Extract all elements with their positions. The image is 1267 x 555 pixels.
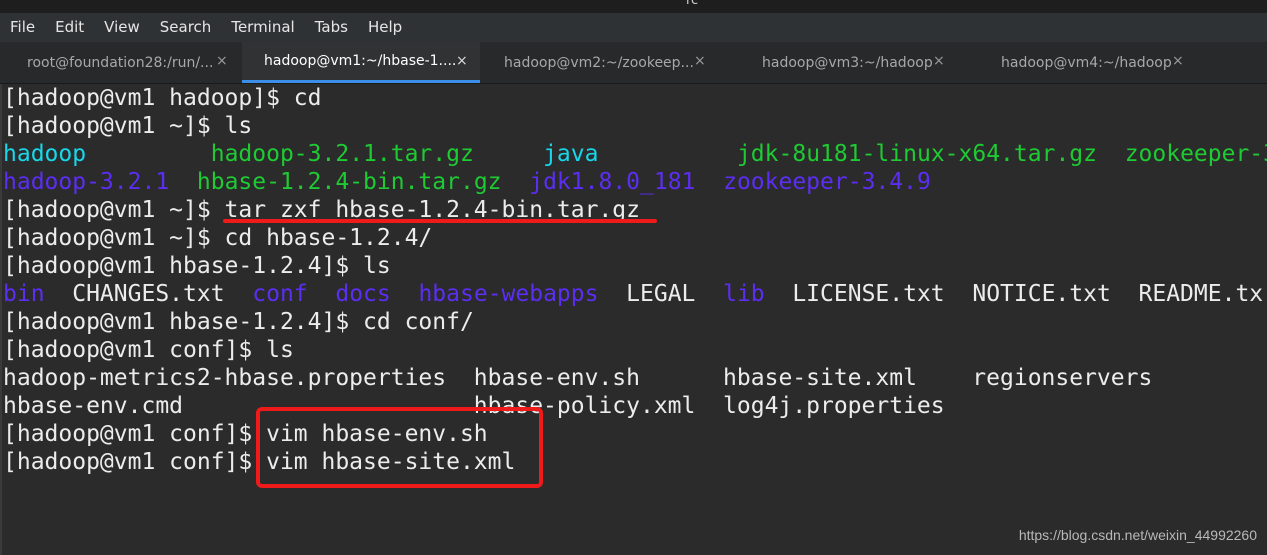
terminal-segment: hadoop-3.2.1.tar.gz [210, 141, 474, 167]
tab-label: root@foundation28:/run/... [27, 54, 214, 71]
terminal-line: hadoop-metrics2-hbase.properties hbase-e… [3, 364, 1152, 392]
window-titlebar: rc [0, 0, 1267, 13]
terminal-segment: jdk1.8.0_181 [529, 169, 696, 195]
tab-label: hadoop@vm4:~/hadoop [1001, 54, 1172, 71]
tab-hadoop-vm4[interactable]: hadoop@vm4:~/hadoop × [970, 42, 1215, 83]
tab-label: hadoop@vm1:~/hbase-1.... [264, 53, 457, 69]
tab-hadoop-vm2[interactable]: hadoop@vm2:~/zookeep... × [480, 42, 725, 83]
terminal-line: bin CHANGES.txt conf docs hbase-webapps … [3, 280, 1263, 308]
terminal-line: [hadoop@vm1 ~]$ cd hbase-1.2.4/ [3, 224, 432, 252]
terminal-segment [695, 169, 723, 195]
terminal-line: [hadoop@vm1 hbase-1.2.4]$ cd conf/ [3, 308, 474, 336]
menu-bar: File Edit View Search Terminal Tabs Help [0, 13, 1267, 42]
menu-file[interactable]: File [0, 13, 45, 42]
close-icon[interactable]: × [456, 53, 468, 69]
terminal-segment: lib [723, 281, 765, 307]
terminal-segment: hadoop [3, 141, 87, 167]
terminal-segment [169, 169, 197, 195]
watermark-text: https://blog.csdn.net/weixin_44992260 [1018, 527, 1257, 543]
menu-edit[interactable]: Edit [45, 13, 94, 42]
close-icon[interactable]: × [694, 53, 706, 69]
terminal-output[interactable]: [hadoop@vm1 hadoop]$ cd [hadoop@vm1 ~]$ l… [0, 84, 1267, 555]
terminal-line: [hadoop@vm1 ~]$ ls [3, 112, 252, 140]
terminal-segment: conf [252, 281, 308, 307]
terminal-line: [hadoop@vm1 conf]$ ls [3, 336, 294, 364]
terminal-segment: [hadoop@vm1 conf]$ ls [3, 337, 294, 363]
tab-hadoop-vm1[interactable]: hadoop@vm1:~/hbase-1.... × [242, 42, 480, 83]
terminal-segment: [hadoop@vm1 hbase-1.2.4]$ ls [3, 253, 391, 279]
close-icon[interactable]: × [216, 53, 228, 69]
red-box-annotation [256, 407, 543, 488]
terminal-segment [86, 141, 211, 167]
terminal-segment: LICENSE.txt NOTICE.txt README.tx [764, 281, 1264, 307]
terminal-segment [474, 141, 543, 167]
terminal-segment: LEGAL [598, 281, 724, 307]
terminal-line: [hadoop@vm1 hadoop]$ cd [3, 84, 322, 112]
menu-help[interactable]: Help [358, 13, 412, 42]
terminal-segment: [hadoop@vm1 hbase-1.2.4]$ cd conf/ [3, 309, 474, 335]
terminal-segment: hbase-1.2.4-bin.tar.gz [196, 169, 502, 195]
terminal-segment: CHANGES.txt [44, 281, 253, 307]
menu-view[interactable]: View [94, 13, 150, 42]
close-icon[interactable]: × [933, 53, 945, 69]
terminal-segment [308, 281, 336, 307]
tab-label: hadoop@vm3:~/hadoop [762, 54, 933, 71]
terminal-segment: [hadoop@vm1 ~]$ ls [3, 113, 253, 139]
tab-root-foundation28[interactable]: root@foundation28:/run/... × [0, 42, 242, 83]
tab-hadoop-vm3[interactable]: hadoop@vm3:~/hadoop × [725, 42, 970, 83]
terminal-segment: docs [335, 281, 391, 307]
red-underline-annotation [223, 219, 657, 223]
window-title: rc [686, 0, 699, 8]
terminal-segment: zookeeper-3.4.9 [723, 169, 931, 195]
menu-search[interactable]: Search [150, 13, 222, 42]
window-edge [0, 84, 2, 555]
terminal-segment: zookeeper-3 [1124, 141, 1267, 167]
terminal-line: hadoop hadoop-3.2.1.tar.gz java jdk-8u18… [3, 140, 1267, 168]
terminal-segment [502, 169, 530, 195]
terminal-line: [hadoop@vm1 hbase-1.2.4]$ ls [3, 252, 391, 280]
terminal-segment: [hadoop@vm1 hadoop]$ cd [3, 85, 322, 111]
terminal-segment [1097, 141, 1125, 167]
terminal-line: hadoop-3.2.1 hbase-1.2.4-bin.tar.gz jdk1… [3, 168, 931, 196]
terminal-segment: java [543, 141, 599, 167]
terminal-segment: [hadoop@vm1 ~]$ cd hbase-1.2.4/ [3, 225, 433, 251]
tab-bar: root@foundation28:/run/... × hadoop@vm1:… [0, 42, 1267, 84]
tab-label: hadoop@vm2:~/zookeep... [504, 54, 694, 71]
terminal-segment [598, 141, 736, 167]
menu-tabs[interactable]: Tabs [305, 13, 358, 42]
terminal-segment: hadoop-metrics2-hbase.properties hbase-e… [3, 365, 1153, 391]
terminal-segment [391, 281, 419, 307]
close-icon[interactable]: × [1172, 53, 1184, 69]
menu-terminal[interactable]: Terminal [221, 13, 304, 42]
terminal-segment: hbase-webapps [418, 281, 599, 307]
terminal-segment: bin [3, 281, 45, 307]
terminal-segment: hadoop-3.2.1 [3, 169, 170, 195]
terminal-segment: jdk-8u181-linux-x64.tar.gz [736, 141, 1097, 167]
